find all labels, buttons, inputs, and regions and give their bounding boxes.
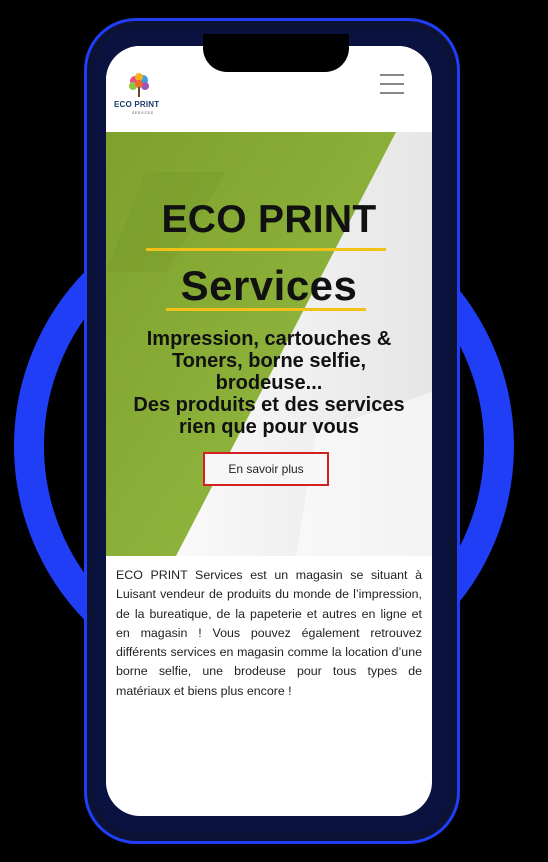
logo-subtext: SERVICES xyxy=(132,111,154,115)
hero-title-line-2: Services xyxy=(180,262,358,309)
hero-title-line-1: ECO PRINT xyxy=(161,198,377,241)
hamburger-menu-icon[interactable] xyxy=(380,74,404,94)
phone-screen: ECO PRINT SERVICES ECO PRINT Services Im… xyxy=(106,46,432,816)
title-underline-2 xyxy=(166,308,366,311)
stage: ECO PRINT SERVICES ECO PRINT Services Im… xyxy=(0,0,548,862)
phone-notch xyxy=(203,34,349,72)
tagline-line: brodeuse... xyxy=(215,372,323,394)
tagline-line: rien que pour vous xyxy=(178,416,360,438)
learn-more-button[interactable]: En savoir plus xyxy=(203,452,329,486)
tagline-line: Impression, cartouches & xyxy=(146,328,392,350)
about-paragraph: ECO PRINT Services est un magasin se sit… xyxy=(106,556,432,702)
title-underline-1 xyxy=(146,248,386,251)
logo-text: ECO PRINT xyxy=(114,100,159,109)
tree-logo-icon xyxy=(129,73,149,97)
tagline-line: Des produits et des services xyxy=(133,394,405,416)
hero-banner: ECO PRINT Services Impression, cartouche… xyxy=(106,132,432,556)
logo-name: ECO PRINT xyxy=(114,100,160,109)
hero-tagline: Impression, cartouches & Toners, borne s… xyxy=(106,328,432,438)
logo[interactable]: ECO PRINT SERVICES xyxy=(114,72,176,122)
tagline-line: Toners, borne selfie, xyxy=(171,350,367,372)
